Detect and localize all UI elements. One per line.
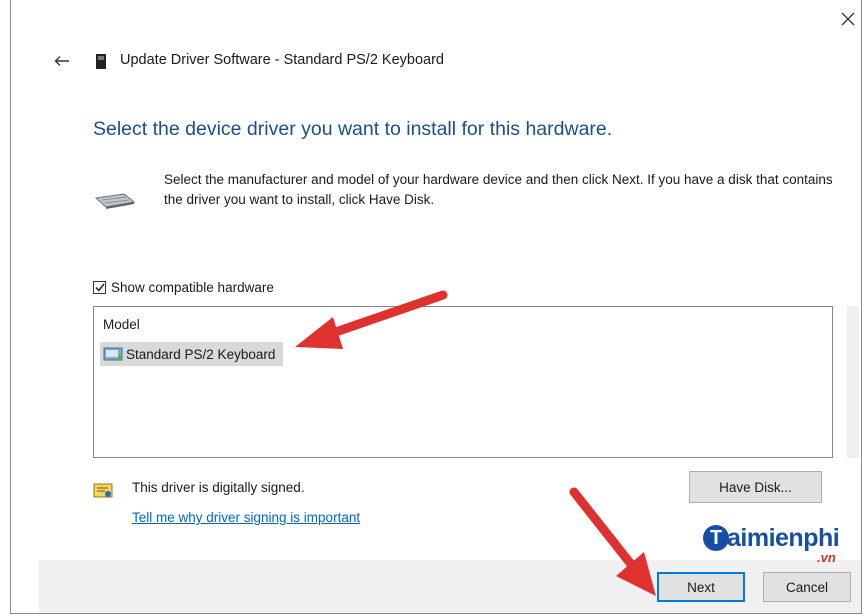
logo-initial: T (703, 525, 729, 551)
back-button[interactable] (49, 50, 75, 72)
signed-status-text: This driver is digitally signed. (132, 480, 305, 495)
model-list[interactable]: Model Standard PS/2 Keyboard (93, 306, 833, 458)
list-scrollbar[interactable] (847, 306, 859, 458)
certificate-icon (93, 483, 113, 498)
window-title: Update Driver Software - Standard PS/2 K… (120, 52, 444, 68)
driver-package-icon (103, 347, 123, 361)
logo-suffix: .vn (817, 550, 836, 565)
show-compatible-label: Show compatible hardware (111, 280, 274, 295)
keyboard-icon (94, 193, 136, 209)
checkbox-box[interactable] (93, 281, 106, 294)
list-item-label: Standard PS/2 Keyboard (126, 346, 276, 362)
taimienphi-logo: T aimienphi .vn (697, 520, 857, 570)
logo-text: aimienphi (727, 524, 840, 552)
model-column-header: Model (103, 317, 140, 332)
page-heading: Select the device driver you want to ins… (93, 118, 613, 140)
show-compatible-checkbox[interactable]: Show compatible hardware (93, 280, 274, 295)
back-arrow-icon (54, 56, 69, 66)
close-icon (841, 12, 855, 26)
instructions-text: Select the manufacturer and model of you… (164, 172, 833, 207)
checkbox-check-icon (94, 283, 105, 292)
driver-signing-link[interactable]: Tell me why driver signing is important (132, 510, 360, 525)
update-driver-dialog: Update Driver Software - Standard PS/2 K… (10, 0, 862, 614)
device-icon (96, 54, 106, 69)
list-item[interactable]: Standard PS/2 Keyboard (100, 342, 284, 366)
next-button[interactable]: Next (657, 572, 745, 602)
have-disk-button[interactable]: Have Disk... (689, 471, 822, 503)
cancel-button[interactable]: Cancel (763, 572, 851, 602)
close-button[interactable] (835, 6, 861, 32)
